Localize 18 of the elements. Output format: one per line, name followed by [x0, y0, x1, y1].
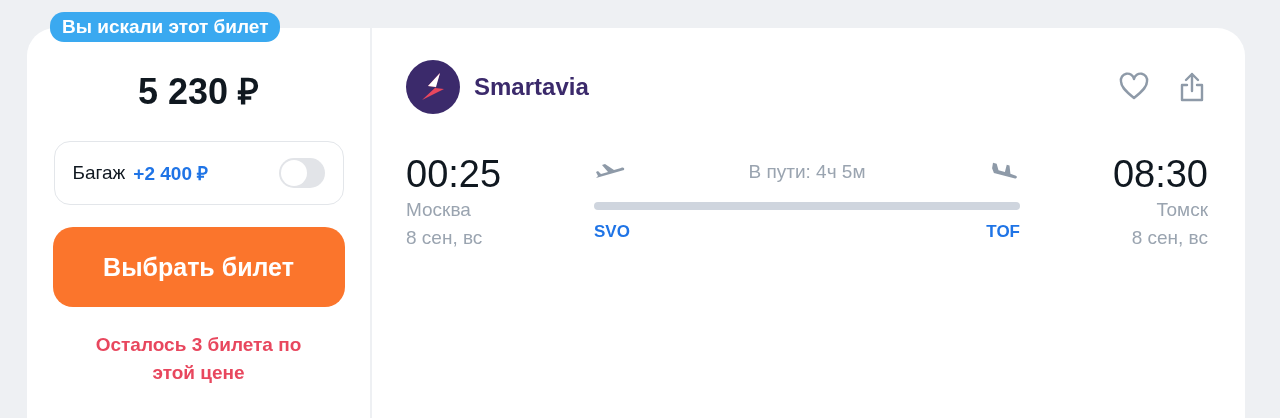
arrival-city: Томск: [1155, 198, 1208, 222]
departure-date: 8 сен, вс: [406, 226, 484, 250]
arrival-airport-code: TOF: [986, 222, 1020, 242]
select-ticket-button[interactable]: Выбрать билет: [52, 227, 345, 307]
departure-city: Москва: [406, 198, 472, 222]
airline-name: Smartavia: [474, 73, 589, 101]
baggage-toggle[interactable]: [278, 158, 325, 188]
baggage-label: Багаж: [72, 162, 126, 184]
baggage-price: +2 400 ₽: [133, 162, 210, 186]
searched-badge: Вы искали этот билет: [50, 12, 281, 42]
airline-logo-icon: [406, 60, 460, 114]
arrival-date: 8 сен, вс: [1130, 226, 1208, 250]
ticket-price: 5 230 ₽: [137, 70, 260, 114]
departure-airport-code: SVO: [594, 222, 630, 242]
flight-duration: В пути: 4ч 5м: [748, 161, 866, 183]
arrival-time: 08:30: [1111, 152, 1208, 196]
departure-time: 00:25: [406, 152, 503, 196]
seats-left-note: Осталось 3 билета по этой цене: [94, 333, 303, 385]
